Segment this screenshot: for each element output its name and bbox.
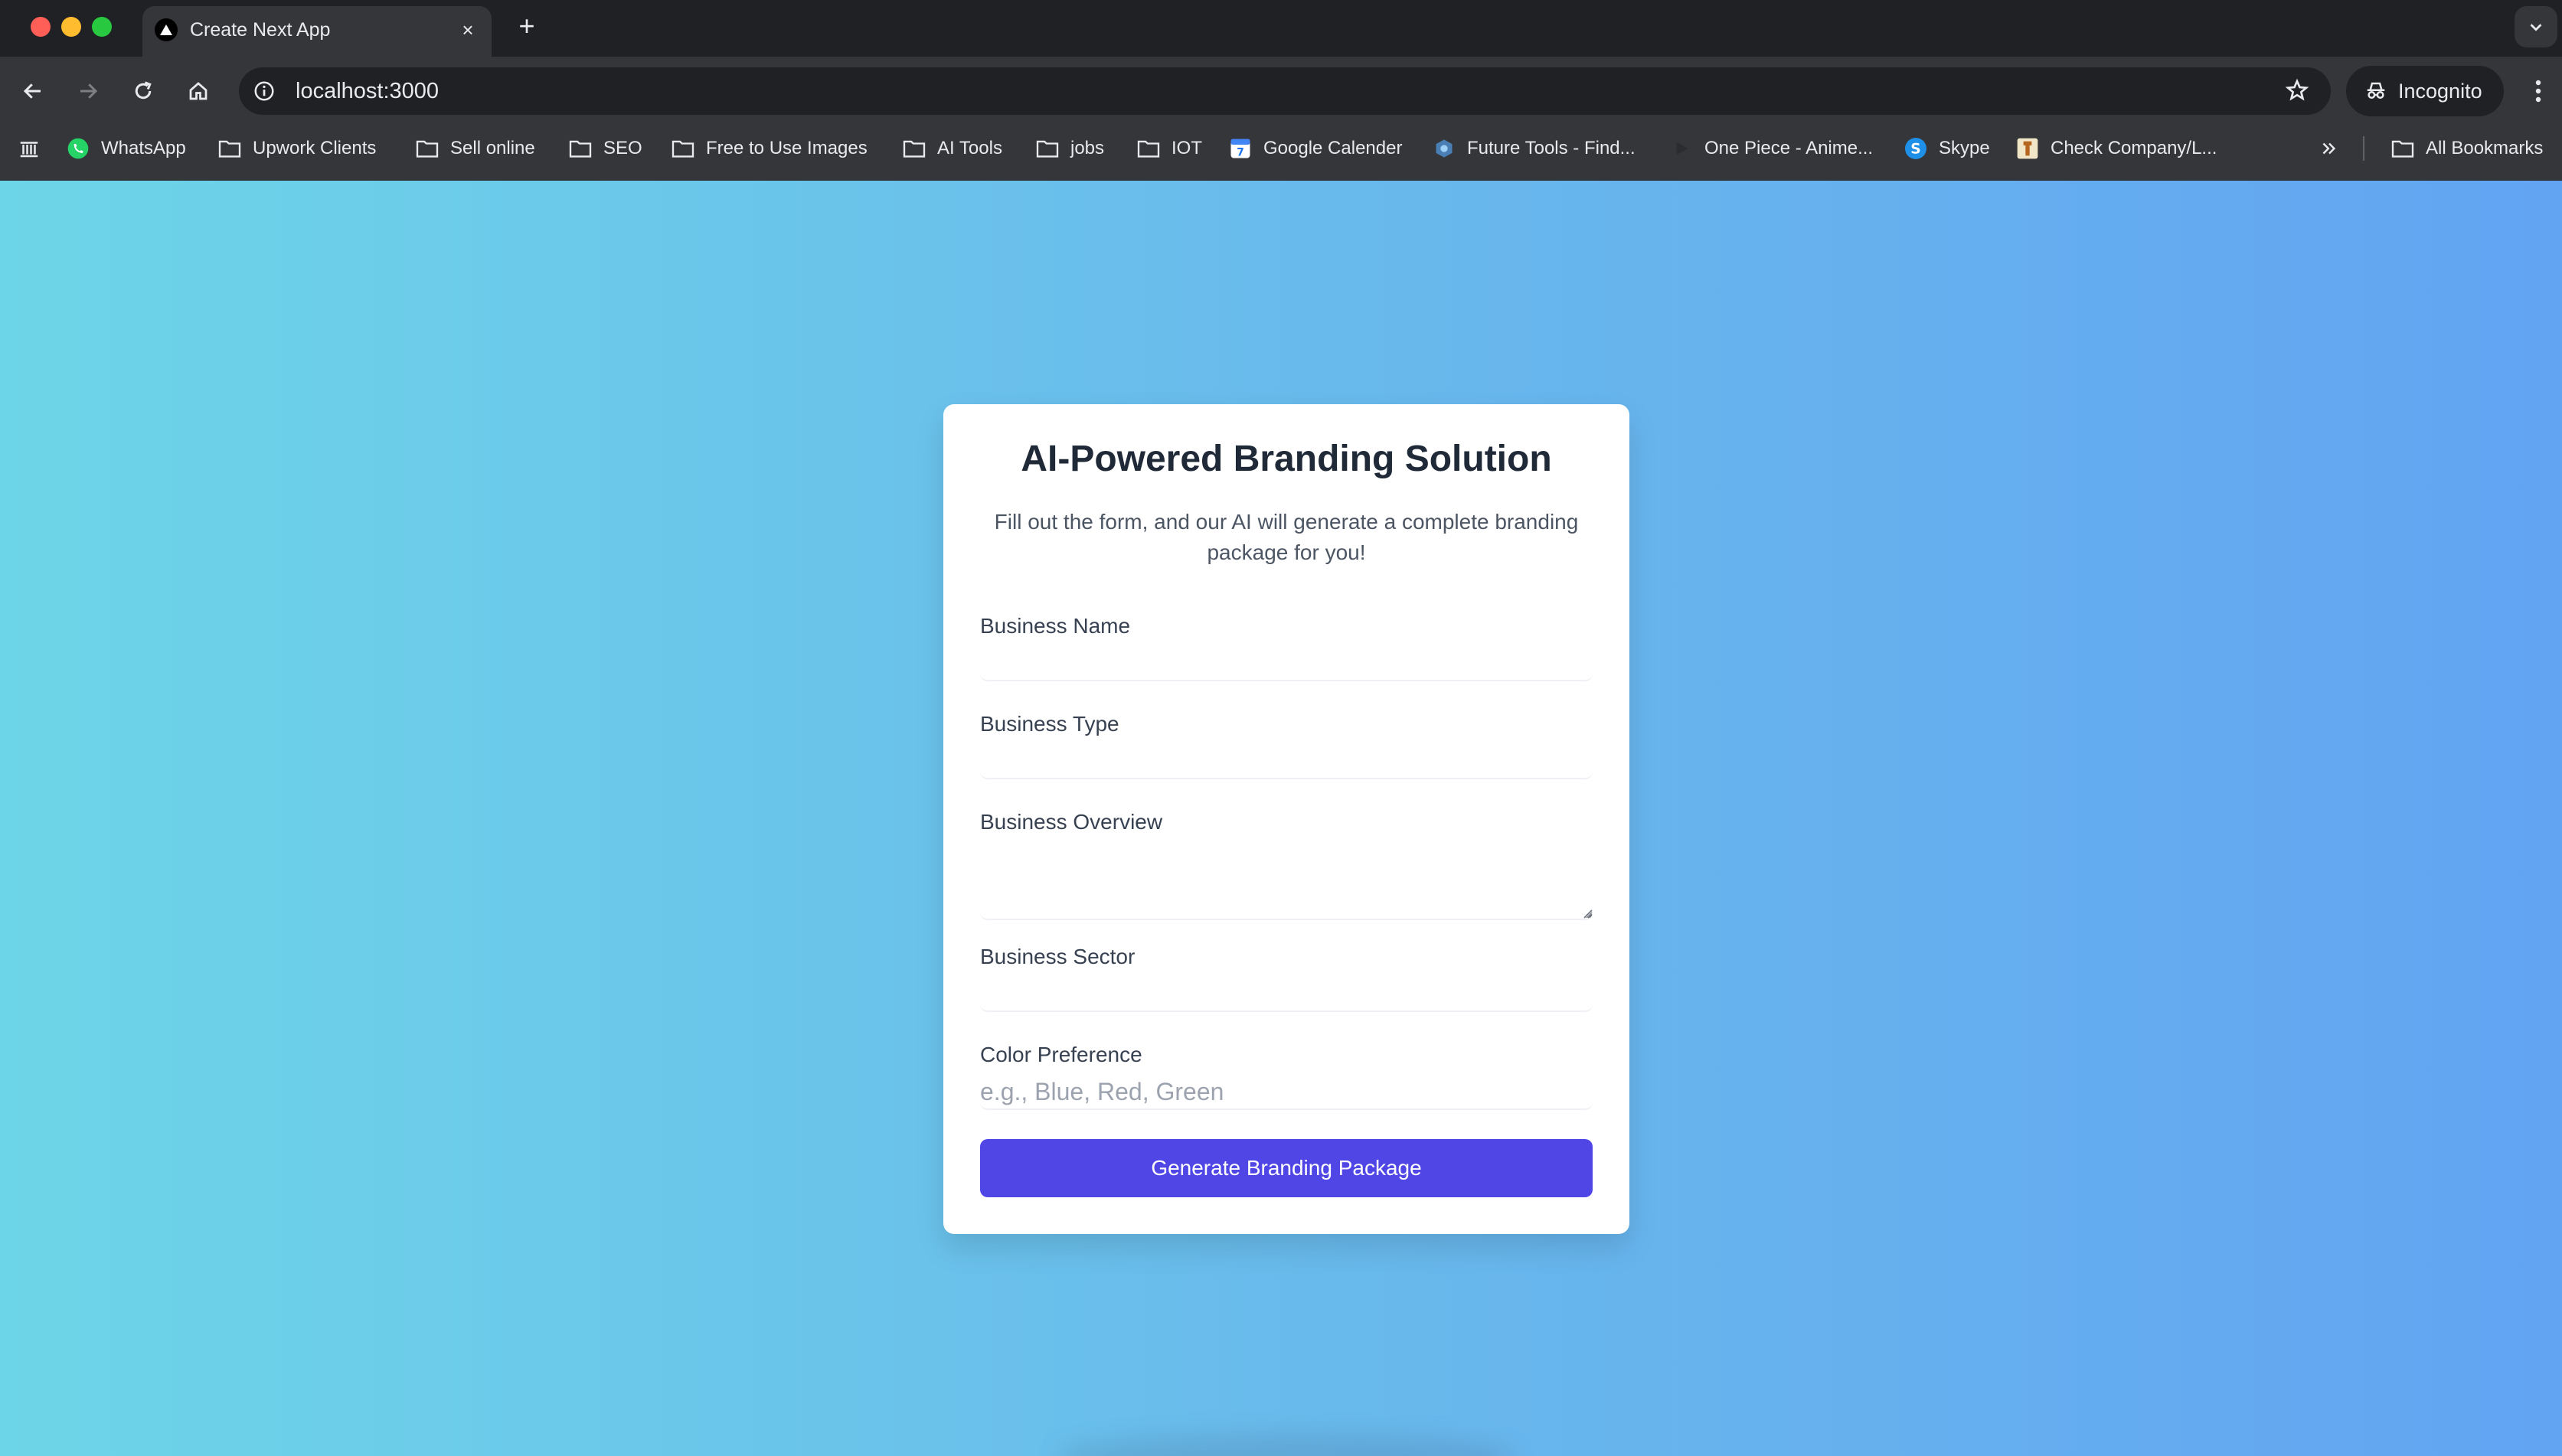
apps-button[interactable] — [17, 126, 41, 171]
close-window-button[interactable] — [31, 17, 51, 37]
form-description: Fill out the form, and our AI will gener… — [994, 510, 1579, 564]
bookmark-future-tools[interactable]: Future Tools - Find... — [1432, 126, 1636, 171]
bookmark-label: Skype — [1939, 138, 1990, 158]
bookmark-one-piece[interactable]: One Piece - Anime... — [1669, 126, 1873, 171]
bookmark-google-calender[interactable]: 7 Google Calender — [1228, 126, 1402, 171]
minimize-window-button[interactable] — [61, 17, 81, 37]
folder-icon — [217, 136, 242, 161]
bookmark-label: AI Tools — [937, 138, 1002, 158]
reload-button[interactable] — [126, 73, 161, 109]
bookmark-label: SEO — [603, 138, 642, 158]
bookmark-ai-tools[interactable]: AI Tools — [902, 126, 1002, 171]
svg-text:7: 7 — [1237, 146, 1244, 158]
bottom-shadow — [1057, 1433, 1516, 1456]
bookmark-upwork-clients[interactable]: Upwork Clients — [217, 126, 376, 171]
generate-branding-package-button[interactable]: Generate Branding Package — [980, 1139, 1593, 1197]
whatsapp-icon — [66, 136, 90, 161]
page-viewport: AI-Powered Branding Solution Fill out th… — [0, 181, 2562, 1456]
bookmark-star-icon[interactable] — [2283, 77, 2311, 104]
bookmark-label: One Piece - Anime... — [1704, 138, 1874, 158]
browser-tab[interactable]: Create Next App × — [142, 6, 492, 57]
svg-text:S: S — [1910, 142, 1920, 158]
new-tab-button[interactable]: + — [511, 11, 542, 41]
nextjs-favicon-icon — [155, 18, 178, 41]
folder-icon — [671, 136, 695, 161]
bookmark-label: Check Company/L... — [2051, 138, 2217, 158]
chevron-double-right-icon — [2317, 136, 2341, 161]
reload-icon — [135, 81, 152, 100]
business-sector-input[interactable] — [980, 977, 1593, 1012]
folder-icon — [1136, 136, 1161, 161]
business-type-input[interactable] — [980, 744, 1593, 779]
incognito-icon — [2367, 82, 2385, 99]
business-name-input[interactable] — [980, 646, 1593, 681]
branding-form-card: AI-Powered Branding Solution Fill out th… — [943, 404, 1629, 1234]
site-info-icon[interactable] — [251, 78, 277, 104]
bookmark-label: Google Calender — [1263, 138, 1403, 158]
bookmarks-divider — [2363, 136, 2364, 161]
play-icon — [1669, 136, 1694, 161]
business-sector-label: Business Sector — [980, 945, 1136, 968]
bookmark-label: Sell online — [450, 138, 535, 158]
tab-close-icon[interactable]: × — [455, 17, 481, 43]
tab-search-button[interactable] — [2515, 6, 2557, 47]
more-vert-icon — [2535, 80, 2541, 103]
browser-toolbar: localhost:3000 Incognito — [0, 57, 2562, 126]
skype-icon: S — [1904, 136, 1928, 161]
business-name-label: Business Name — [980, 614, 1131, 638]
bookmark-jobs[interactable]: jobs — [1035, 126, 1104, 171]
bookmark-label: Future Tools - Find... — [1467, 138, 1636, 158]
home-icon — [189, 82, 208, 100]
all-bookmarks-button[interactable]: All Bookmarks — [2390, 126, 2543, 171]
color-preference-label: Color Preference — [980, 1043, 1142, 1066]
folder-icon — [2390, 136, 2415, 161]
bookmark-label: jobs — [1070, 138, 1105, 158]
browser-menu-button[interactable] — [2527, 73, 2550, 109]
folder-icon — [415, 136, 440, 161]
bookmark-check-company[interactable]: Check Company/L... — [2015, 126, 2217, 171]
bookmark-sell-online[interactable]: Sell online — [415, 126, 535, 171]
home-button[interactable] — [181, 73, 216, 109]
url-text: localhost:3000 — [296, 79, 440, 103]
folder-icon — [568, 136, 593, 161]
bookmark-skype[interactable]: S Skype — [1904, 126, 1990, 171]
tab-bar: Create Next App × + — [0, 0, 2562, 57]
bookmark-label: WhatsApp — [101, 138, 186, 158]
bookmark-label: Upwork Clients — [253, 138, 377, 158]
business-type-label: Business Type — [980, 712, 1119, 736]
chevron-down-icon — [2530, 24, 2542, 31]
address-bar[interactable]: localhost:3000 — [239, 67, 2331, 115]
bookmark-label: Free to Use Images — [706, 138, 868, 158]
business-overview-textarea[interactable] — [980, 847, 1593, 920]
bookmark-seo[interactable]: SEO — [568, 126, 642, 171]
all-bookmarks-label: All Bookmarks — [2426, 138, 2544, 158]
emblem-icon — [2015, 136, 2040, 161]
more-bookmarks-button[interactable] — [2317, 126, 2341, 171]
form-title: AI-Powered Branding Solution — [1021, 439, 1552, 479]
incognito-indicator[interactable]: Incognito — [2346, 66, 2504, 116]
bookmark-free-to-use-images[interactable]: Free to Use Images — [671, 126, 868, 171]
bookmark-label: IOT — [1172, 138, 1202, 158]
resize-handle-icon[interactable] — [1580, 906, 1593, 919]
bookmark-whatsapp[interactable]: WhatsApp — [66, 126, 186, 171]
bookmark-iot[interactable]: IOT — [1136, 126, 1202, 171]
incognito-label: Incognito — [2398, 79, 2482, 103]
folder-icon — [902, 136, 926, 161]
future-tools-icon — [1432, 136, 1456, 161]
business-overview-label: Business Overview — [980, 810, 1163, 834]
calendar-icon: 7 — [1228, 136, 1253, 161]
apps-grid-icon — [17, 136, 41, 161]
arrow-right-icon — [80, 83, 98, 99]
arrow-left-icon — [23, 83, 41, 99]
bookmarks-bar: WhatsApp Upwork Clients Sell online SEO … — [0, 126, 2562, 181]
tab-title: Create Next App — [190, 19, 331, 41]
folder-icon — [1035, 136, 1060, 161]
maximize-window-button[interactable] — [92, 17, 112, 37]
forward-button[interactable] — [70, 73, 106, 109]
color-preference-input[interactable] — [980, 1075, 1593, 1110]
back-button[interactable] — [15, 73, 51, 109]
